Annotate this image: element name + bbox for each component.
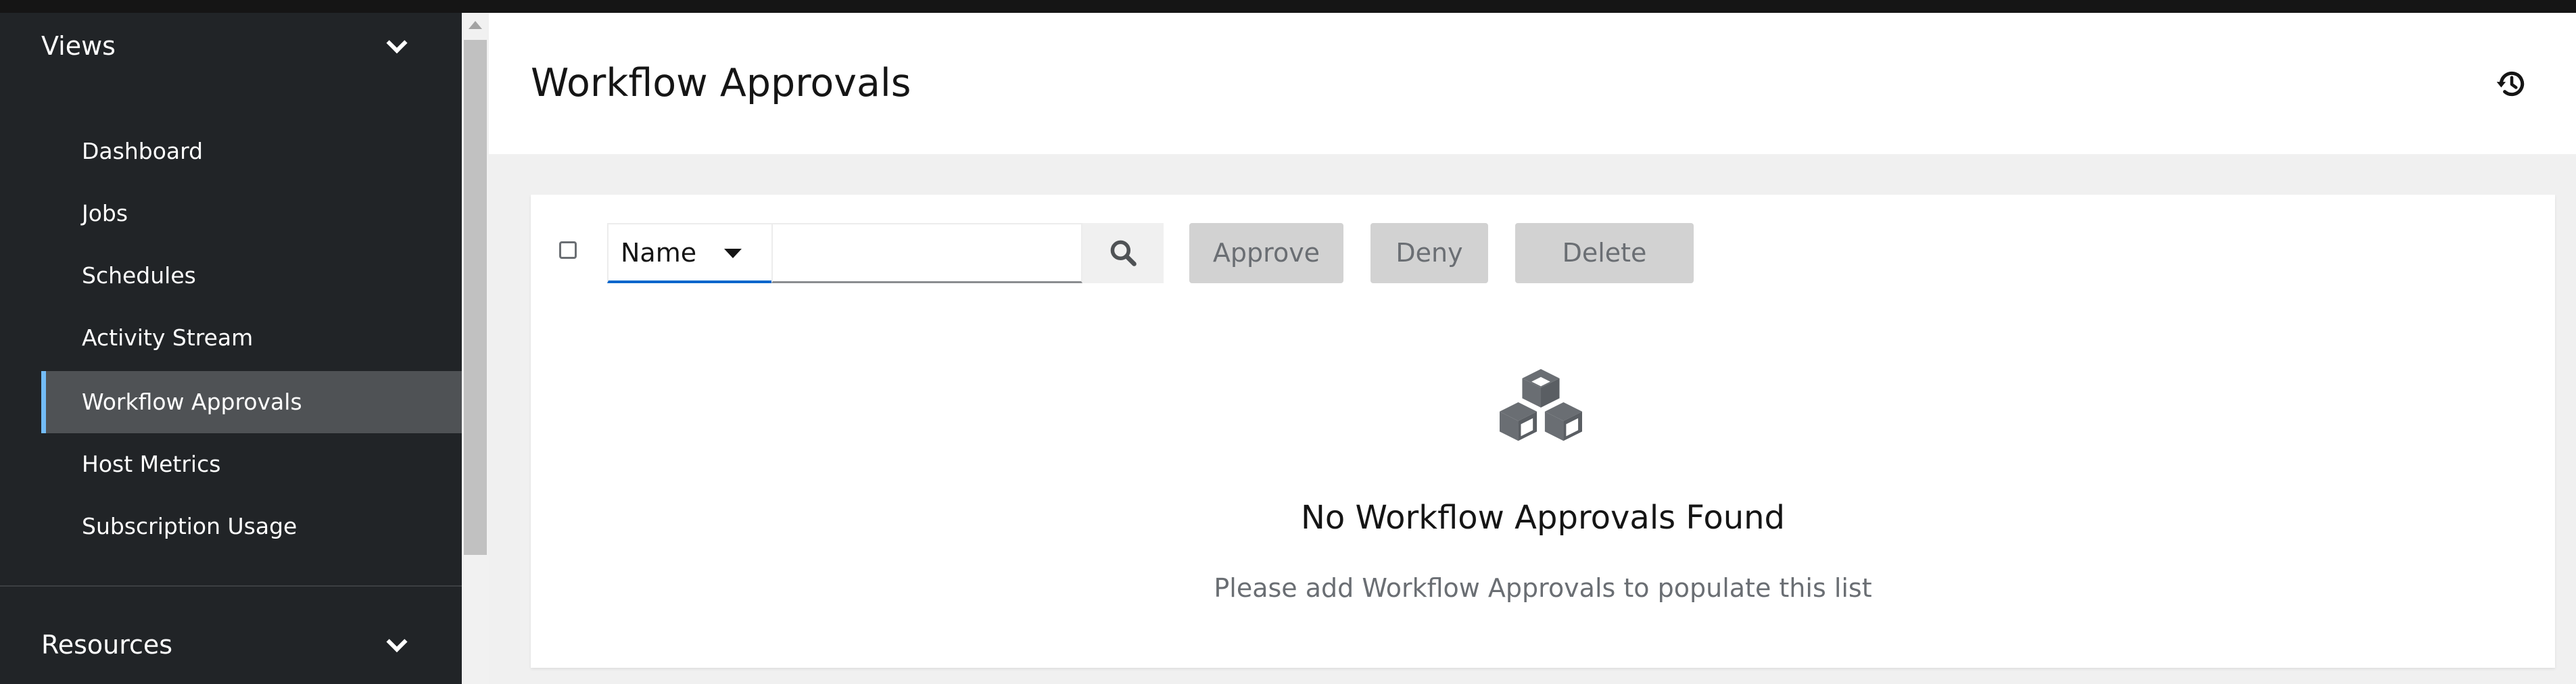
filter-field-select[interactable]: Name: [607, 223, 773, 283]
nav-group-views[interactable]: Views: [0, 19, 462, 73]
page-title: Workflow Approvals: [531, 61, 911, 105]
sidebar-item-host-metrics[interactable]: Host Metrics: [41, 433, 462, 495]
sidebar-item-label: Subscription Usage: [82, 513, 297, 539]
page-header: Workflow Approvals: [489, 13, 2576, 154]
sidebar-item-label: Activity Stream: [82, 324, 254, 351]
nav-divider: [0, 585, 462, 587]
sidebar-item-jobs[interactable]: Jobs: [41, 182, 462, 245]
scrollbar-thumb[interactable]: [464, 40, 487, 555]
sidebar-item-dashboard[interactable]: Dashboard: [41, 120, 462, 182]
sidebar-scrollbar[interactable]: [462, 13, 489, 684]
nav-group-resources[interactable]: Resources: [0, 618, 462, 672]
approvals-list-card: Name Approve Deny Delete No Workflow App…: [531, 195, 2555, 668]
deny-button[interactable]: Deny: [1370, 223, 1488, 283]
delete-button[interactable]: Delete: [1515, 223, 1694, 283]
sidebar-item-schedules[interactable]: Schedules: [41, 245, 462, 307]
sidebar-item-subscription-usage[interactable]: Subscription Usage: [41, 495, 462, 558]
empty-state-title: No Workflow Approvals Found: [1300, 499, 1785, 537]
sidebar: Views Dashboard Jobs Schedules Activity …: [0, 13, 462, 684]
search-button[interactable]: [1082, 223, 1164, 283]
nav-group-resources-label: Resources: [41, 630, 173, 660]
filter-field-label: Name: [621, 238, 697, 268]
select-all-checkbox[interactable]: [559, 241, 577, 259]
chevron-down-icon: [386, 631, 408, 653]
sidebar-item-label: Host Metrics: [82, 451, 221, 477]
cubes-icon: [1500, 368, 1582, 441]
empty-state-body: Please add Workflow Approvals to populat…: [1214, 573, 1872, 603]
caret-down-icon: [724, 249, 742, 258]
approve-button[interactable]: Approve: [1189, 223, 1343, 283]
sidebar-item-label: Dashboard: [82, 138, 204, 164]
search-icon: [1110, 240, 1137, 266]
top-bar: [0, 0, 2576, 13]
sidebar-item-label: Jobs: [82, 200, 128, 226]
search-input[interactable]: [771, 223, 1082, 283]
sidebar-item-activity-stream[interactable]: Activity Stream: [41, 307, 462, 369]
sidebar-item-workflow-approvals[interactable]: Workflow Approvals: [41, 371, 462, 433]
sidebar-item-label: Schedules: [82, 262, 196, 289]
history-icon[interactable]: [2495, 67, 2529, 101]
scroll-up-arrow-icon[interactable]: [469, 21, 482, 29]
nav-group-views-label: Views: [41, 31, 116, 61]
chevron-down-icon: [386, 32, 408, 54]
sidebar-item-label: Workflow Approvals: [82, 389, 302, 415]
